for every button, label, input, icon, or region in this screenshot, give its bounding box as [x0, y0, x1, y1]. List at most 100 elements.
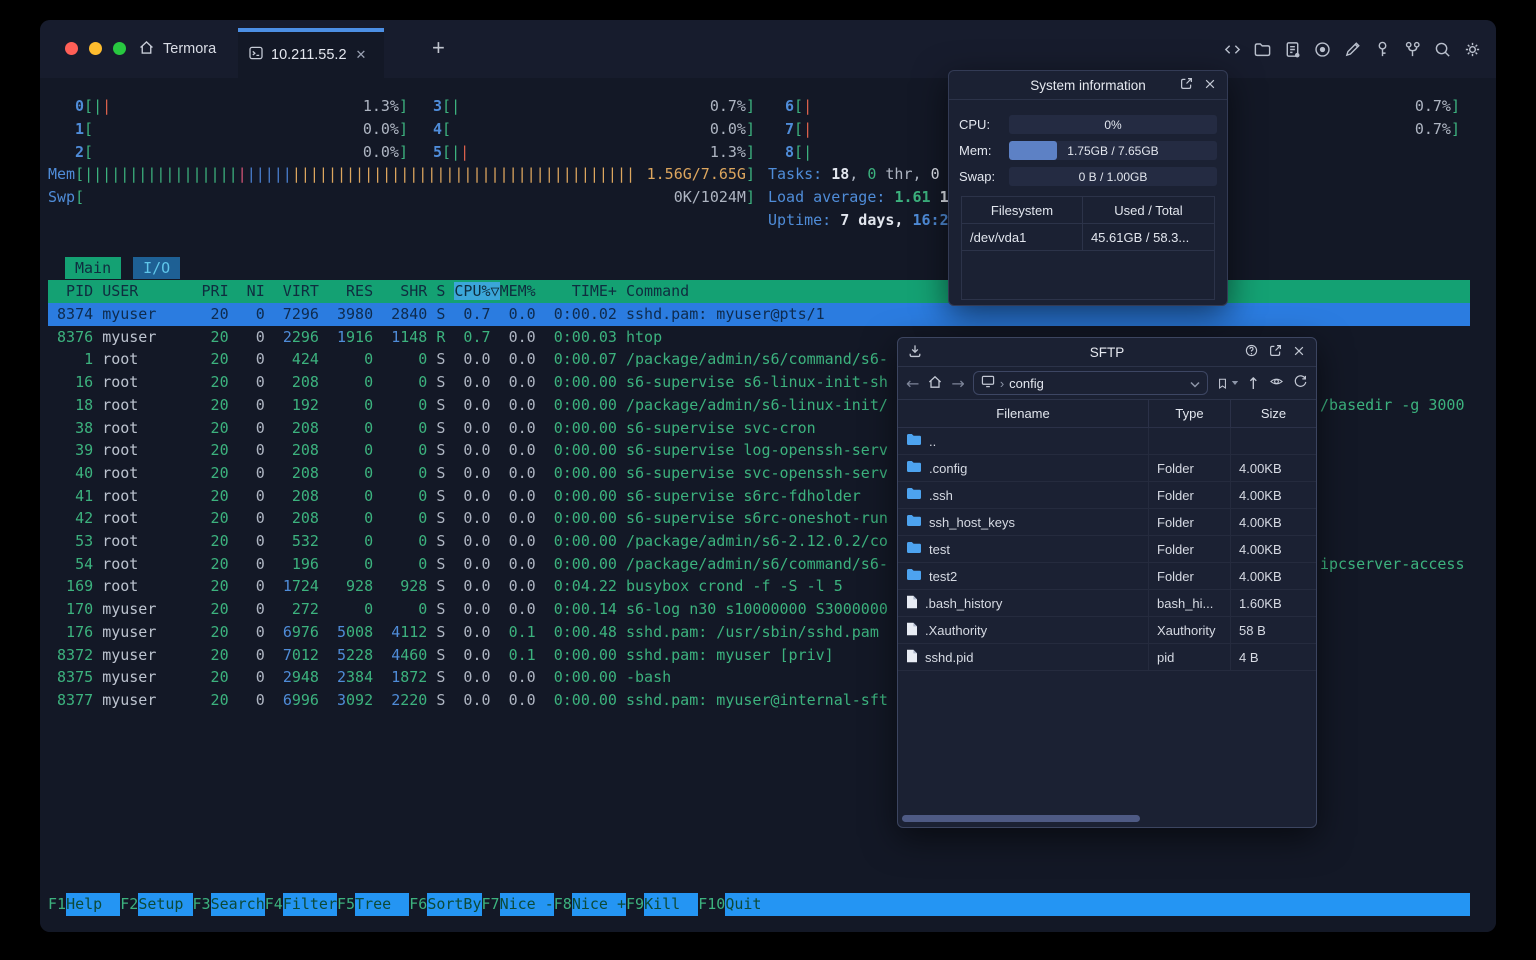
tasks-line: Tasks: 18, 0 thr, 0	[768, 165, 940, 183]
filesystem-table-header: Filesystem Used / Total	[962, 197, 1214, 224]
code-icon[interactable]	[1223, 40, 1242, 59]
cpu-meter-5: 5[|| 1.3%]	[433, 143, 755, 161]
breadcrumb-separator: ›	[999, 375, 1005, 391]
refresh-icon[interactable]	[1293, 374, 1308, 392]
type-column-header[interactable]: Type	[1149, 400, 1231, 427]
key-icon[interactable]	[1373, 40, 1392, 59]
used-total-column-header: Used / Total	[1114, 202, 1183, 218]
close-tab-icon[interactable]: ✕	[356, 47, 367, 63]
home-icon[interactable]	[927, 374, 943, 393]
fn-button-quit[interactable]: Quit	[725, 893, 780, 916]
fn-key-F7: F7	[481, 895, 500, 913]
home-icon	[138, 39, 155, 60]
cpu-meter-1: 1[0.0%]	[75, 120, 408, 138]
search-icon[interactable]	[1433, 40, 1452, 59]
keychain-icon[interactable]	[1403, 40, 1422, 59]
sftp-file-row-.config[interactable]: .config Folder 4.00KB	[898, 455, 1316, 482]
show-hidden-eye-icon[interactable]	[1268, 374, 1285, 392]
htop-tabs: Main I/O	[65, 257, 181, 279]
forward-icon[interactable]: →	[951, 374, 964, 393]
fn-button-search[interactable]: Search	[210, 893, 265, 916]
maximize-window-button[interactable]	[113, 42, 126, 55]
sftp-file-list: .. .config Folder 4.00KB .ssh Folder 4.00KB ssh…	[898, 428, 1316, 671]
filesystem-table: Filesystem Used / Total /dev/vda1 45.61GB…	[961, 196, 1215, 300]
fn-key-F1: F1	[48, 895, 67, 913]
up-directory-icon[interactable]: ↑	[1247, 374, 1260, 393]
chevron-down-icon[interactable]	[1190, 376, 1200, 391]
sftp-file-row-sshd.pid[interactable]: sshd.pid pid 4 B	[898, 644, 1316, 671]
swap-meter: Swp[0K/1024M]	[48, 188, 755, 206]
edit-icon[interactable]	[1343, 40, 1362, 59]
close-window-button[interactable]	[65, 42, 78, 55]
process-row-8374[interactable]: 8374 myuser 20 0 7296 3980 2840 S 0.7 0.…	[48, 303, 1470, 326]
fn-key-F8: F8	[553, 895, 572, 913]
tab-home[interactable]: Termora	[138, 20, 216, 78]
fn-button-help[interactable]: Help	[66, 893, 121, 916]
folder-icon	[906, 568, 922, 584]
sftp-file-row-ssh_host_keys[interactable]: ssh_host_keys Folder 4.00KB	[898, 509, 1316, 536]
sftp-file-row-.bash_history[interactable]: .bash_history bash_hi... 1.60KB	[898, 590, 1316, 617]
sftp-file-row-.Xauthority[interactable]: .Xauthority Xauthority 58 B	[898, 617, 1316, 644]
bookmark-icon[interactable]	[1216, 376, 1239, 391]
cpu-meter-0: 0[|| 1.3%]	[75, 97, 408, 115]
fn-button-sortby[interactable]: SortBy	[427, 893, 482, 916]
sessions-icon[interactable]	[1283, 40, 1302, 59]
fn-key-F4: F4	[264, 895, 283, 913]
fn-key-F2: F2	[120, 895, 139, 913]
process-table-header[interactable]: PID USER PRI NI VIRT RES SHR S CPU%▽MEM%…	[48, 280, 1470, 303]
sysinfo-row-swap: Swap: 0 B / 1.00GB	[959, 167, 1217, 186]
htop-tab-io[interactable]: I/O	[133, 257, 181, 279]
sysinfo-row-mem: Mem: 1.75GB / 7.65GB	[959, 141, 1217, 160]
fn-button-filter[interactable]: Filter	[282, 893, 337, 916]
sftp-table-header[interactable]: Filename Type Size	[898, 400, 1316, 428]
fn-button-nice-[interactable]: Nice -	[499, 893, 554, 916]
current-folder-label: config	[1009, 375, 1044, 391]
folder-icon	[906, 514, 922, 530]
back-icon[interactable]: ←	[906, 374, 919, 393]
fn-key-F6: F6	[409, 895, 428, 913]
cpu-meter-3: 3[| 0.7%]	[433, 97, 755, 115]
system-information-panel: System information CPU: 0% Mem: 1.75GB / 7.…	[948, 70, 1228, 306]
folder-icon[interactable]	[1253, 40, 1272, 59]
help-icon[interactable]	[1244, 343, 1259, 361]
record-icon[interactable]	[1313, 40, 1332, 59]
minimize-window-button[interactable]	[89, 42, 102, 55]
fn-button-nice-[interactable]: Nice +	[571, 893, 626, 916]
cpu-meter-2: 2[0.0%]	[75, 143, 408, 161]
new-tab-button[interactable]: +	[432, 37, 445, 59]
filename-column-header[interactable]: Filename	[898, 400, 1149, 427]
fn-key-F9: F9	[626, 895, 645, 913]
sftp-file-row-..[interactable]: ..	[898, 428, 1316, 455]
size-column-header[interactable]: Size	[1231, 400, 1316, 427]
sftp-file-row-.ssh[interactable]: .ssh Folder 4.00KB	[898, 482, 1316, 509]
fn-bar-filler	[779, 893, 1470, 916]
sftp-panel: SFTP ← → › config ↑ Filename Type Size .…	[897, 337, 1317, 828]
open-in-window-icon[interactable]	[1268, 343, 1283, 361]
sftp-titlebar[interactable]: SFTP	[898, 338, 1316, 367]
close-panel-icon[interactable]	[1292, 344, 1306, 361]
fn-key-F3: F3	[192, 895, 211, 913]
close-panel-icon[interactable]	[1203, 77, 1217, 94]
fn-button-tree[interactable]: Tree	[355, 893, 410, 916]
system-information-titlebar[interactable]: System information	[949, 71, 1227, 100]
fn-button-setup[interactable]: Setup	[138, 893, 193, 916]
sftp-file-row-test[interactable]: test Folder 4.00KB	[898, 536, 1316, 563]
file-icon	[906, 649, 918, 666]
path-breadcrumb[interactable]: › config	[972, 371, 1208, 395]
fn-button-kill[interactable]: Kill	[644, 893, 699, 916]
computer-icon	[981, 375, 995, 391]
filesystem-row[interactable]: /dev/vda1 45.61GB / 58.3...	[962, 224, 1214, 251]
open-in-window-icon[interactable]	[1179, 76, 1194, 94]
traffic-lights	[65, 42, 126, 55]
horizontal-scrollbar-thumb[interactable]	[902, 815, 1140, 822]
sftp-file-row-test2[interactable]: test2 Folder 4.00KB	[898, 563, 1316, 590]
settings-icon[interactable]	[1463, 40, 1482, 59]
tab-session[interactable]: 10.211.55.2 ✕	[238, 28, 384, 78]
file-icon	[906, 622, 918, 639]
htop-tab-main[interactable]: Main	[65, 257, 122, 279]
titlebar: Termora 10.211.55.2 ✕ +	[40, 20, 1496, 78]
sftp-toolbar: ← → › config ↑	[898, 367, 1316, 400]
fn-key-F10: F10	[698, 895, 726, 913]
app-window: Termora 10.211.55.2 ✕ + 0[|| 1.3%] 1[0.0%]…	[40, 20, 1496, 932]
uptime-line: Uptime: 7 days, 16:2	[768, 211, 949, 229]
